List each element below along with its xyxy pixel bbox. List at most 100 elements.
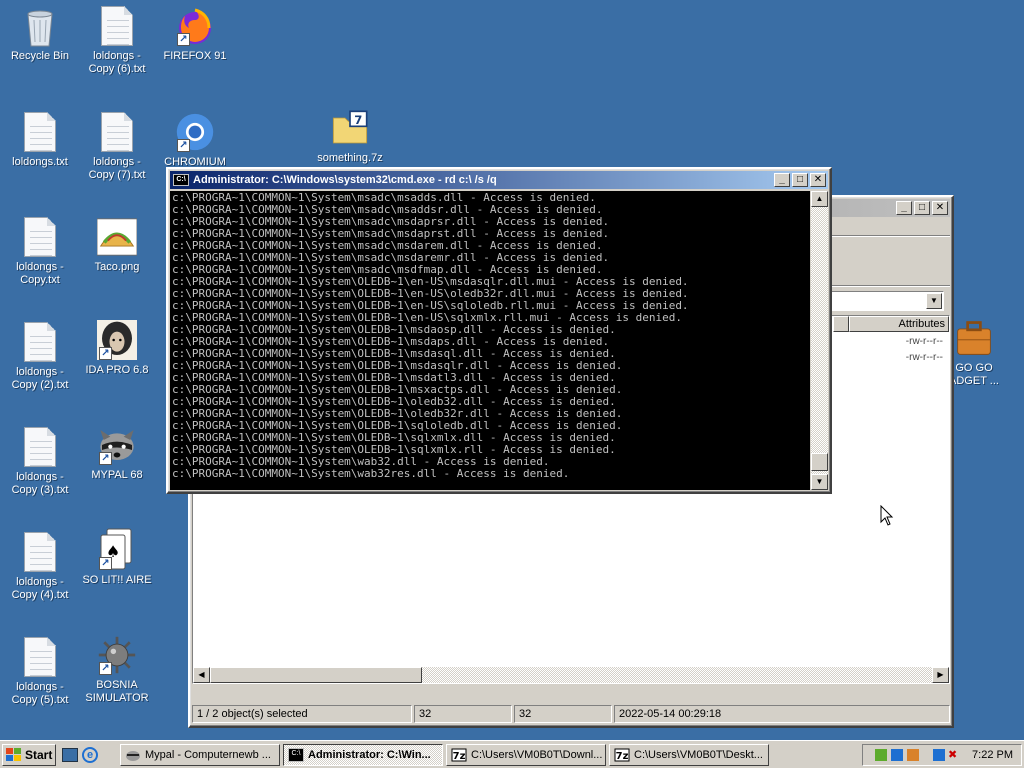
desktop-icon-loldongs-copy-5[interactable]: loldongs - Copy (5).txt <box>0 635 80 707</box>
desktop-icon-solitaire[interactable]: ♠ ↗ SO LIT!! AIRE <box>77 528 157 587</box>
shortcut-arrow-icon: ↗ <box>177 139 190 152</box>
desktop-icon-taco[interactable]: Taco.png <box>77 215 157 274</box>
chevron-down-icon[interactable]: ▼ <box>926 293 942 309</box>
raccoon-icon <box>126 750 140 761</box>
desktop-icon-loldongs-copy-4[interactable]: loldongs - Copy (4).txt <box>0 530 80 602</box>
desktop-icon-ida-pro[interactable]: ↗ IDA PRO 6.8 <box>77 318 157 377</box>
column-header-attributes: Attributes <box>898 318 945 330</box>
system-tray: ✖ 7:22 PM <box>862 743 1022 766</box>
status-selection: 1 / 2 object(s) selected <box>192 705 412 723</box>
console-icon: C:\ <box>173 174 189 186</box>
desktop-icon-firefox[interactable]: ↗ FIREFOX 91 <box>155 4 235 63</box>
desktop-icon-label: Recycle Bin <box>10 50 70 62</box>
maximize-button[interactable]: □ <box>914 201 930 215</box>
desktop-icon-recycle-bin[interactable]: Recycle Bin <box>0 4 80 63</box>
text-file-icon <box>20 215 60 259</box>
scroll-right-icon[interactable]: ▶ <box>932 667 949 683</box>
shortcut-arrow-icon: ↗ <box>99 347 112 360</box>
minimize-button[interactable]: _ <box>896 201 912 215</box>
desktop-icon-mypal[interactable]: ↗ MYPAL 68 <box>77 423 157 482</box>
desktop-icon-label: MYPAL 68 <box>91 469 143 481</box>
column-header-blank[interactable] <box>833 316 849 332</box>
cmd-titlebar[interactable]: C:\ Administrator: C:\Windows\system32\c… <box>170 171 828 189</box>
spiked-mine-icon: ↗ <box>97 633 137 677</box>
desktop-icon-label: FIREFOX 91 <box>163 50 227 62</box>
volume-muted-icon[interactable]: ✖ <box>948 749 960 761</box>
attributes-cell: -rw-r--r-- <box>905 352 943 363</box>
text-file-icon <box>20 425 60 469</box>
cmd-window[interactable]: C:\ Administrator: C:\Windows\system32\c… <box>166 167 832 494</box>
scroll-thumb[interactable] <box>811 453 828 471</box>
desktop-icon-label: Taco.png <box>94 261 140 273</box>
console-output[interactable]: c:\PROGRA~1\COMMON~1\System\msadc\msadds… <box>170 191 810 490</box>
briefcase-icon <box>954 316 994 360</box>
quicklaunch-desktop-icon[interactable] <box>62 747 78 762</box>
desktop-icon-label: loldongs.txt <box>12 156 68 168</box>
shortcut-arrow-icon: ↗ <box>177 33 190 46</box>
desktop-icon-loldongs-copy[interactable]: loldongs - Copy.txt <box>0 215 80 287</box>
vertical-scrollbar[interactable]: ▲ ▼ <box>811 191 828 490</box>
scroll-down-icon[interactable]: ▼ <box>811 474 828 490</box>
shortcut-arrow-icon: ↗ <box>99 452 112 465</box>
shortcut-arrow-icon: ↗ <box>99 662 112 675</box>
tray-security-icon[interactable] <box>933 748 946 761</box>
text-file-icon <box>20 635 60 679</box>
text-file-icon <box>20 110 60 154</box>
text-file-icon <box>20 530 60 574</box>
task-7zip-desktop[interactable]: 7z C:\Users\VM0B0T\Deskt... <box>609 743 769 766</box>
raccoon-icon: ↗ <box>97 423 137 467</box>
console-line: c:\PROGRA~1\COMMON~1\System\wab32res.dll… <box>172 467 570 480</box>
desktop-icon-chromium[interactable]: ↗ CHROMIUM <box>155 110 235 169</box>
7zip-archive-icon: 7 <box>330 106 370 150</box>
horizontal-scrollbar[interactable]: ◀ ▶ <box>193 667 949 683</box>
windows-logo-icon <box>6 747 21 761</box>
playing-cards-icon: ♠ ↗ <box>97 528 137 572</box>
desktop-icon-label: loldongs - Copy (2).txt <box>11 366 69 391</box>
desktop-icon-label: loldongs - Copy (6).txt <box>88 50 146 75</box>
desktop-icon-loldongs-copy-7[interactable]: loldongs - Copy (7).txt <box>77 110 157 182</box>
task-cmd[interactable]: C:\ Administrator: C:\Win... <box>283 743 443 766</box>
maximize-button[interactable]: □ <box>792 173 808 187</box>
close-button[interactable]: ✕ <box>932 201 948 215</box>
quicklaunch-ie-icon[interactable]: e <box>82 746 98 763</box>
desktop-icon-label: loldongs - Copy (5).txt <box>11 681 69 706</box>
start-button[interactable]: Start <box>2 743 56 766</box>
desktop-icon-loldongs[interactable]: loldongs.txt <box>0 110 80 169</box>
desktop-icon-label: BOSNIA SIMULATOR <box>85 679 149 704</box>
desktop-icon-label: loldongs - Copy.txt <box>16 261 64 286</box>
status-bar: 1 / 2 object(s) selected 32 32 2022-05-1… <box>192 704 950 724</box>
scroll-left-icon[interactable]: ◀ <box>193 667 210 683</box>
scroll-thumb[interactable] <box>210 667 422 683</box>
text-file-icon <box>20 320 60 364</box>
text-file-icon <box>97 110 137 154</box>
column-header[interactable]: Attributes <box>849 316 949 332</box>
desktop-icon-something-7z[interactable]: 7 something.7z <box>310 106 390 165</box>
task-7zip-downloads[interactable]: 7z C:\Users\VM0B0T\Downl... <box>446 743 606 766</box>
7zip-icon: 7z <box>451 748 467 762</box>
desktop-icon-loldongs-copy-6[interactable]: loldongs - Copy (6).txt <box>77 4 157 76</box>
attributes-cell: -rw-r--r-- <box>905 336 943 347</box>
firefox-icon: ↗ <box>175 4 215 48</box>
clock[interactable]: 7:22 PM <box>972 749 1013 761</box>
desktop-icon-loldongs-copy-2[interactable]: loldongs - Copy (2).txt <box>0 320 80 392</box>
console-icon: C:\ <box>288 747 304 762</box>
desktop-icon-loldongs-copy-3[interactable]: loldongs - Copy (3).txt <box>0 425 80 497</box>
minimize-button[interactable]: _ <box>774 173 790 187</box>
task-label: Administrator: C:\Win... <box>308 748 431 761</box>
task-label: C:\Users\VM0B0T\Deskt... <box>634 748 763 761</box>
tray-app-icon[interactable] <box>907 748 920 761</box>
taskbar: Start e Mypal - Computernewb ... C:\ Adm… <box>0 740 1024 768</box>
svg-text:7z: 7z <box>616 751 629 762</box>
recycle-bin-icon <box>20 4 60 48</box>
table-row[interactable]: -rw-r--r-- <box>906 352 943 363</box>
tray-network-icon[interactable] <box>875 748 888 761</box>
close-button[interactable]: ✕ <box>810 173 826 187</box>
status-size-2: 32 <box>514 705 612 723</box>
7zip-icon: 7z <box>614 748 630 762</box>
table-row[interactable]: -rw-r--r-- <box>906 336 943 347</box>
scroll-up-icon[interactable]: ▲ <box>811 191 828 207</box>
tray-app-icon[interactable] <box>891 748 904 761</box>
task-mypal[interactable]: Mypal - Computernewb ... <box>120 743 280 766</box>
desktop-icon-bosnia-simulator[interactable]: ↗ BOSNIA SIMULATOR <box>77 633 157 705</box>
desktop-icon-label: loldongs - Copy (4).txt <box>11 576 69 601</box>
